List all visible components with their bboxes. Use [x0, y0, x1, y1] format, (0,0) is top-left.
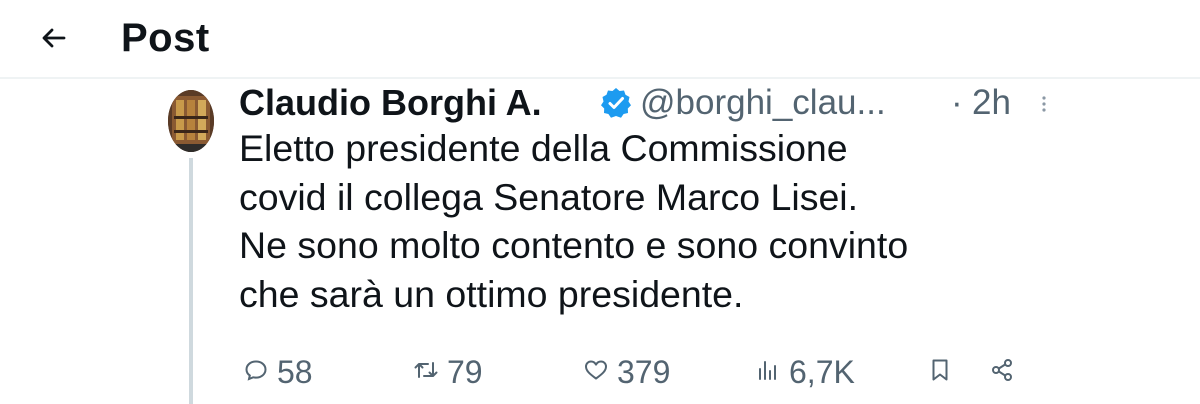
post-text-line: che sarà un ottimo presidente. — [239, 272, 744, 315]
author-handle[interactable]: @borghi_clau... — [640, 83, 886, 123]
bookmark-button[interactable] — [927, 350, 953, 394]
share-button[interactable] — [989, 350, 1015, 394]
thread-line — [189, 158, 193, 404]
heart-icon — [583, 357, 609, 388]
post-text-line: Ne sono molto contento e sono convinto — [239, 224, 909, 266]
post-time[interactable]: 2h — [972, 83, 1011, 123]
header-divider — [0, 77, 1200, 79]
page-title: Post — [121, 16, 210, 60]
post-text-line: Eletto presidente della Commissione — [239, 127, 848, 169]
views-icon — [755, 357, 781, 388]
repost-count: 79 — [447, 353, 483, 390]
reply-count: 58 — [277, 353, 313, 390]
repost-icon — [413, 357, 439, 388]
views-button[interactable]: 6,7K — [755, 350, 855, 394]
post-text-line: covid il collega Senatore Marco Lisei. — [239, 175, 859, 218]
bookmark-icon — [927, 357, 953, 388]
post-text: Eletto presidente della Commissione covi… — [239, 124, 1169, 318]
share-icon — [989, 357, 1015, 388]
reply-button[interactable]: 58 — [243, 350, 313, 394]
like-count: 379 — [617, 353, 671, 390]
separator-dot: · — [951, 83, 963, 122]
reply-icon — [243, 357, 269, 388]
verified-badge-icon — [599, 86, 633, 120]
back-arrow-icon[interactable] — [36, 20, 72, 56]
repost-button[interactable]: 79 — [413, 350, 483, 394]
avatar[interactable] — [168, 90, 214, 152]
author-name[interactable]: Claudio Borghi A. — [239, 82, 542, 124]
views-count: 6,7K — [789, 353, 855, 390]
like-button[interactable]: 379 — [583, 350, 670, 394]
more-vertical-icon[interactable] — [1036, 92, 1052, 122]
action-bar: 58 79 379 6,7K — [239, 350, 1039, 394]
top-bar: Post — [0, 0, 1200, 76]
